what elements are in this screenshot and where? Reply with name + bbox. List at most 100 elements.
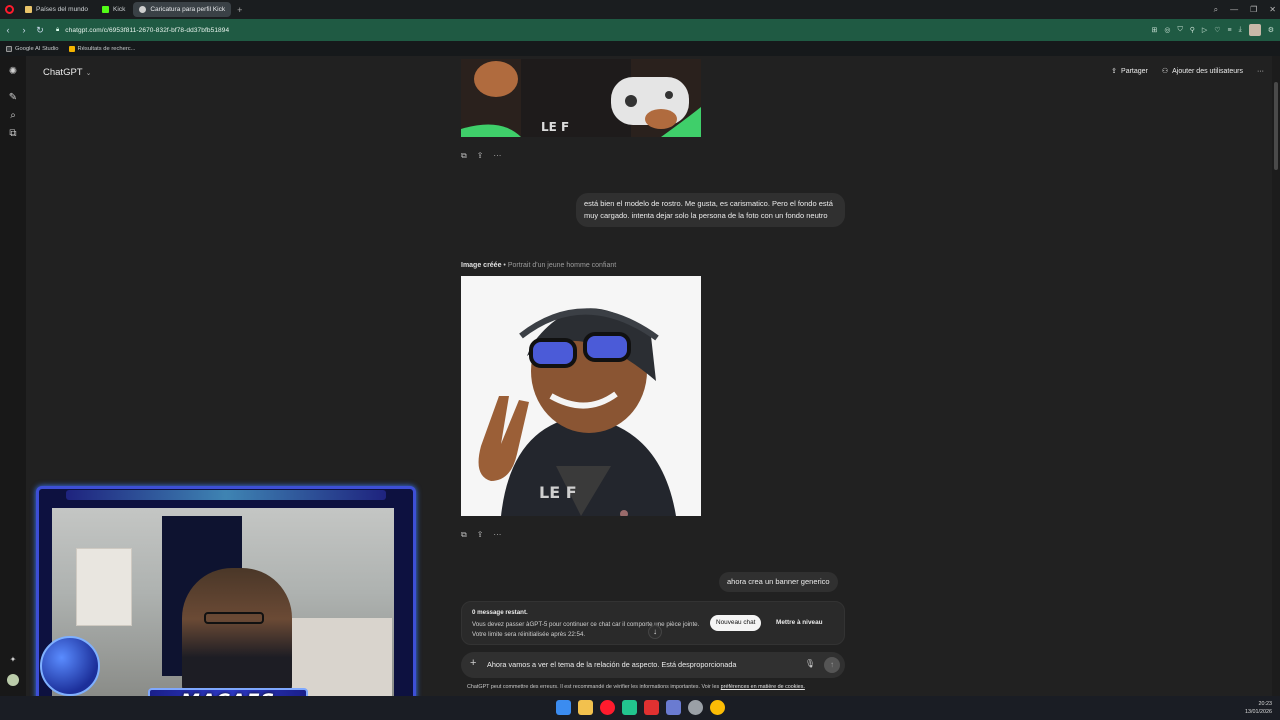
taskbar: 20:23 13/01/2026 (0, 696, 1280, 720)
download-icon[interactable]: ⤓ (1239, 26, 1242, 34)
tab-label: Kick (113, 6, 126, 13)
share-button[interactable]: ⇪ Partager (1111, 67, 1148, 76)
maximize-button[interactable]: ❐ (1250, 5, 1257, 14)
clock[interactable]: 20:23 13/01/2026 (1245, 700, 1272, 716)
opera-logo-icon[interactable] (0, 0, 19, 19)
frame-decoration (66, 490, 386, 500)
play-icon[interactable]: ▷ (1202, 26, 1207, 34)
share-label: Partager (1121, 67, 1148, 75)
extension-icon[interactable]: ⊞ (1151, 26, 1157, 34)
message-composer[interactable]: + Ahora vamos a ver el tema de la relaci… (461, 652, 845, 678)
profile-avatar[interactable] (1248, 24, 1261, 36)
composer-input[interactable]: Ahora vamos a ver el tema de la relación… (487, 660, 736, 669)
generated-image-portrait[interactable]: LE F (461, 276, 701, 516)
search-tabs-icon[interactable]: ⌕ (1214, 5, 1218, 15)
share-icon[interactable]: ⇪ (477, 151, 484, 161)
new-chat-button[interactable]: Nouveau chat (710, 615, 762, 631)
address-bar: ‹ › ↻ 🔒︎ chatgpt.com/c/6953f811-2670-832… (0, 19, 1280, 41)
menu-icon[interactable]: ≡ (1228, 27, 1232, 34)
scrollbar-thumb[interactable] (1274, 82, 1278, 170)
more-options-icon[interactable]: ··· (1257, 68, 1264, 75)
url-field[interactable]: 🔒︎ chatgpt.com/c/6953f811-2670-832f-bf78… (56, 27, 229, 34)
back-icon[interactable]: ‹ (0, 25, 16, 35)
tab-paises[interactable]: Países del mundo (19, 2, 94, 17)
image-caption-title: Portrait d'un jeune homme confiant (507, 262, 617, 269)
page-scrollbar[interactable] (1272, 56, 1280, 696)
new-chat-icon[interactable]: ✎ (7, 92, 19, 104)
bookmark-google-ai-studio[interactable]: Google AI Studio (6, 45, 59, 52)
attach-plus-icon[interactable]: + (470, 657, 476, 669)
file-explorer-icon[interactable] (578, 700, 593, 715)
add-users-button[interactable]: ⚇ Ajouter des utilisateurs (1161, 67, 1243, 76)
forward-icon[interactable]: › (16, 25, 32, 35)
app-icon[interactable] (622, 700, 637, 715)
tab-caricatura[interactable]: Caricatura para perfil Kick (133, 2, 232, 17)
chatgpt-logo-icon[interactable]: ✺ (7, 66, 19, 78)
reload-icon[interactable]: ↻ (32, 25, 48, 36)
tab-label: Países del mundo (36, 6, 89, 13)
user-message: ahora crea un banner generico (719, 572, 838, 592)
user-add-icon: ⚇ (1161, 68, 1169, 75)
controller-image: LE F (461, 59, 701, 137)
soccer-ball-icon (40, 636, 100, 696)
new-tab-button[interactable]: + (233, 5, 246, 15)
clock-date: 13/01/2026 (1245, 709, 1272, 715)
svg-text:LE F: LE F (539, 483, 577, 502)
limit-description: Vous devez passer àGPT-5 pour continuer … (472, 621, 700, 638)
clock-time: 20:23 (1258, 701, 1273, 707)
user-message: está bien el modelo de rostro. Me gusta,… (576, 193, 845, 227)
shelf (76, 548, 132, 626)
tab-kick[interactable]: Kick (96, 2, 131, 17)
sidebar-rail: ✺ ✎ ⌕ ⧉ ✦ (0, 56, 26, 696)
camera-icon[interactable]: ◎ (1164, 26, 1170, 34)
settings-icon[interactable]: ⚙ (1268, 26, 1274, 34)
upgrade-button[interactable]: Mettre à niveau (770, 615, 829, 631)
disclaimer: ChatGPT peut commettre des erreurs. Il e… (467, 684, 805, 690)
ai-studio-icon (6, 45, 12, 52)
windows-start-icon[interactable] (556, 700, 571, 715)
shield-icon[interactable]: ⛉ (1177, 26, 1182, 34)
share-icon[interactable]: ⇪ (477, 530, 484, 540)
limit-title: 0 message restant. (472, 609, 528, 616)
heart-icon[interactable]: ♡ (1214, 26, 1220, 34)
microphone-icon[interactable]: 🎙︎ (805, 659, 815, 668)
disclaimer-text: ChatGPT peut commettre des erreurs. Il e… (467, 684, 721, 690)
add-users-label: Ajouter des utilisateurs (1172, 67, 1243, 75)
user-avatar[interactable] (7, 674, 19, 686)
acrobat-icon[interactable] (644, 700, 659, 715)
bookmarks-bar: Google AI Studio Résultats de recherc... (0, 41, 1280, 56)
library-icon[interactable]: ⧉ (7, 128, 19, 140)
model-name: ChatGPT (43, 67, 83, 78)
image-caption-prefix: Image créée (461, 262, 502, 269)
image-actions-1: ⧉ ⇪ ··· (461, 151, 501, 161)
copy-icon[interactable]: ⧉ (461, 530, 467, 540)
chrome-icon[interactable] (710, 700, 725, 715)
copy-icon[interactable]: ⧉ (461, 151, 467, 161)
opera-icon[interactable] (600, 700, 615, 715)
top-actions: ⇪ Partager ⚇ Ajouter des utilisateurs ··… (1111, 67, 1264, 76)
settings-icon[interactable] (666, 700, 681, 715)
obs-icon[interactable] (688, 700, 703, 715)
image-actions-2: ⧉ ⇪ ··· (461, 530, 501, 540)
send-button[interactable]: ↑ (824, 657, 840, 673)
model-selector[interactable]: ChatGPT ⌄ (43, 67, 91, 78)
generated-image-previous[interactable]: LE F (461, 59, 701, 137)
kick-favicon-icon (102, 6, 110, 13)
sparkle-icon[interactable]: ✦ (7, 655, 19, 667)
address-bar-actions: ⊞ ◎ ⛉ ⚲ ▷ ♡ ≡ ⤓ ⚙ (1151, 19, 1274, 41)
search-icon[interactable]: ⌕ (7, 110, 19, 122)
more-icon[interactable]: ··· (493, 151, 501, 161)
scroll-down-icon[interactable]: ↓ (648, 625, 662, 639)
close-button[interactable]: ✕ (1269, 5, 1276, 14)
bookmark-label: Google AI Studio (15, 45, 59, 52)
bookmark-resultats[interactable]: Résultats de recherc... (68, 45, 136, 52)
minimize-button[interactable]: — (1230, 5, 1238, 14)
message-limit-notice: 0 message restant. Vous devez passer àGP… (461, 601, 845, 645)
webcam-overlay: MACAES (36, 486, 416, 716)
more-icon[interactable]: ··· (493, 530, 501, 540)
cookie-preferences-link[interactable]: préférences en matière de cookies. (721, 684, 805, 690)
pin-icon[interactable]: ⚲ (1190, 26, 1195, 34)
window-controls: ⌕ — ❐ ✕ (1214, 0, 1276, 19)
lock-icon: 🔒︎ (56, 26, 60, 33)
chatgpt-favicon-icon (139, 6, 147, 13)
